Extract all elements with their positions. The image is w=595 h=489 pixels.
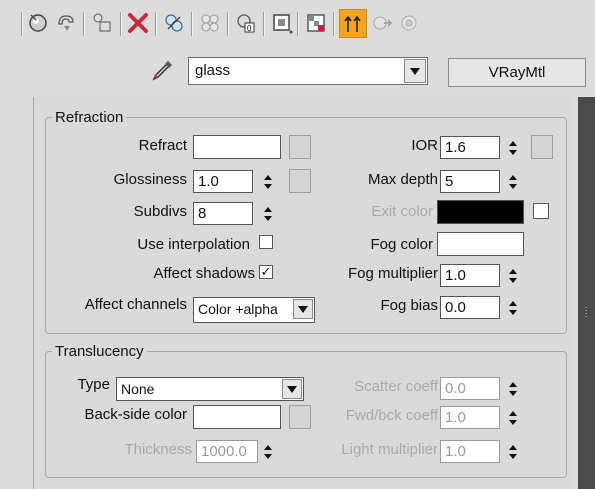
affect-channels-dropdown[interactable]: Color +alpha: [193, 297, 315, 323]
fog-color-swatch[interactable]: [437, 232, 524, 256]
translucency-type-dropdown-button[interactable]: [282, 379, 302, 399]
light-multiplier-label: Light multiplier: [341, 441, 438, 458]
refract-label: Refract: [138, 137, 187, 154]
ior-label: IOR: [411, 137, 438, 154]
material-editor-toolbar: 0: [0, 0, 595, 48]
scatter-coeff-label: Scatter coeff: [354, 378, 438, 395]
get-material-icon[interactable]: [27, 12, 49, 34]
refract-map-button[interactable]: [289, 135, 311, 159]
thickness-label: Thickness: [124, 441, 192, 458]
back-side-color-label: Back-side color: [84, 406, 187, 423]
translucency-type-label: Type: [77, 376, 110, 393]
glossiness-field[interactable]: 1.0: [193, 170, 253, 193]
show-in-viewport-icon[interactable]: [271, 12, 293, 34]
glossiness-map-button[interactable]: [289, 169, 311, 193]
show-end-result-icon[interactable]: [305, 12, 327, 34]
material-name-dropdown-button[interactable]: [404, 59, 426, 83]
translucency-type-dropdown[interactable]: None: [116, 377, 304, 401]
light-multiplier-spinner[interactable]: [507, 441, 520, 463]
scatter-coeff-field[interactable]: 0.0: [440, 377, 500, 400]
delete-icon[interactable]: [127, 12, 149, 34]
refraction-title: Refraction: [55, 109, 124, 126]
go-to-parent-icon[interactable]: [339, 9, 367, 38]
toolbar-divider: [297, 12, 299, 36]
max-depth-label: Max depth: [367, 171, 438, 188]
translucency-type-value: None: [121, 381, 155, 397]
glossiness-spinner[interactable]: [262, 171, 275, 193]
light-multiplier-field[interactable]: 1.0: [440, 440, 500, 463]
make-unique-icon[interactable]: [163, 12, 185, 34]
exit-color-checkbox[interactable]: [533, 203, 549, 219]
fog-bias-spinner[interactable]: [507, 297, 520, 319]
chevron-down-icon: [287, 385, 297, 393]
svg-text:0: 0: [247, 24, 252, 33]
max-depth-field[interactable]: 5: [440, 170, 500, 193]
back-side-map-button[interactable]: [289, 405, 311, 429]
material-type-button[interactable]: VRayMtl: [448, 58, 586, 87]
toolbar-divider: [263, 12, 265, 36]
use-interpolation-checkbox[interactable]: [259, 235, 273, 249]
toolbar-divider: [21, 12, 23, 36]
affect-channels-label: Affect channels: [84, 296, 187, 313]
toolbar-divider: [227, 12, 229, 36]
scatter-coeff-spinner[interactable]: [507, 378, 520, 400]
fog-multiplier-label: Fog multiplier: [347, 265, 438, 282]
put-to-library-icon[interactable]: [199, 12, 221, 34]
use-interpolation-label: Use interpolation: [137, 236, 250, 253]
subdivs-spinner[interactable]: [262, 203, 275, 225]
chevron-down-icon: [298, 305, 308, 313]
panel-scrollbar[interactable]: [578, 97, 595, 489]
thickness-field[interactable]: 1000.0: [196, 440, 258, 463]
put-to-scene-icon[interactable]: [55, 12, 77, 34]
ior-spinner[interactable]: [507, 137, 520, 159]
exit-color-swatch[interactable]: [437, 200, 524, 224]
affect-channels-dropdown-button[interactable]: [293, 299, 313, 319]
eyedropper-icon[interactable]: [148, 57, 176, 85]
affect-shadows-checkbox[interactable]: ✓: [259, 265, 273, 279]
toolbar-divider: [191, 12, 193, 36]
max-depth-spinner[interactable]: [507, 171, 520, 193]
affect-shadows-label: Affect shadows: [153, 265, 255, 282]
glossiness-label: Glossiness: [113, 171, 187, 188]
fog-multiplier-field[interactable]: 1.0: [440, 264, 500, 287]
ior-map-button[interactable]: [531, 135, 553, 159]
fog-color-label: Fog color: [370, 236, 433, 253]
material-name-value: glass: [195, 62, 231, 79]
exit-color-label: Exit color: [371, 203, 433, 220]
material-name-field[interactable]: glass: [188, 57, 428, 85]
affect-channels-value: Color +alpha: [198, 301, 278, 317]
translucency-title: Translucency: [55, 343, 144, 360]
pick-material-icon[interactable]: [398, 12, 420, 34]
ior-field[interactable]: 1.6: [440, 136, 500, 159]
toolbar-divider: [120, 12, 122, 36]
refract-color-swatch[interactable]: [193, 135, 281, 159]
fwd-bck-coeff-field[interactable]: 1.0: [440, 406, 500, 429]
thickness-spinner[interactable]: [262, 441, 275, 463]
subdivs-label: Subdivs: [133, 203, 187, 220]
go-forward-sibling-icon[interactable]: [371, 12, 393, 34]
material-id-icon[interactable]: 0: [235, 12, 257, 34]
fog-bias-field[interactable]: 0.0: [440, 296, 500, 319]
back-side-color-swatch[interactable]: [193, 405, 281, 429]
toolbar-divider: [333, 12, 335, 36]
fwd-bck-coeff-spinner[interactable]: [507, 407, 520, 429]
toolbar-divider: [155, 12, 157, 36]
assign-material-icon[interactable]: [91, 12, 113, 34]
subdivs-field[interactable]: 8: [193, 202, 253, 225]
fog-multiplier-spinner[interactable]: [507, 265, 520, 287]
toolbar-divider: [83, 12, 85, 36]
scrollbar-grip-icon[interactable]: [580, 305, 592, 319]
chevron-down-icon: [410, 67, 420, 75]
fog-bias-label: Fog bias: [380, 297, 438, 314]
fwd-bck-coeff-label: Fwd/bck coeff: [345, 407, 438, 424]
